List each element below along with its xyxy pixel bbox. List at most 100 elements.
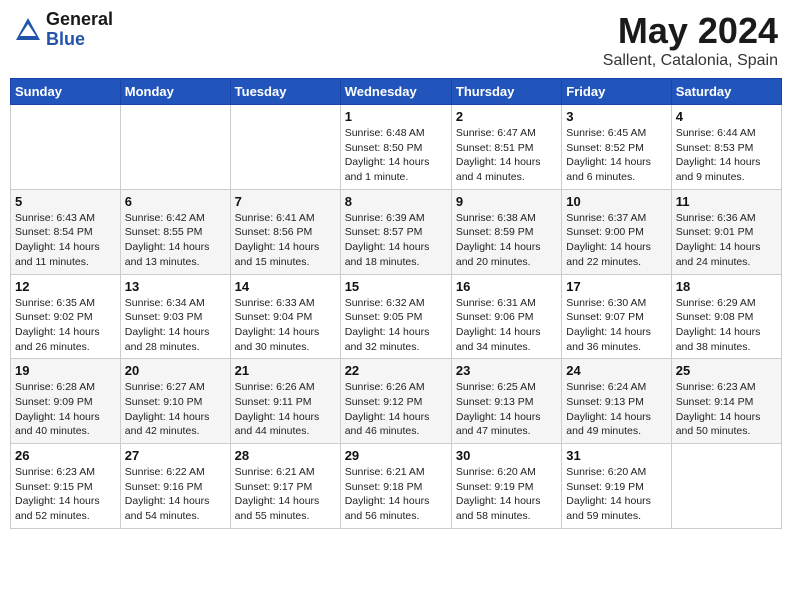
day-info: Sunrise: 6:21 AMSunset: 9:18 PMDaylight:… <box>345 465 447 524</box>
calendar-cell: 24 Sunrise: 6:24 AMSunset: 9:13 PMDayligh… <box>562 359 671 444</box>
header-friday: Friday <box>562 79 671 105</box>
day-info: Sunrise: 6:31 AMSunset: 9:06 PMDaylight:… <box>456 296 557 355</box>
day-number: 19 <box>15 363 116 378</box>
day-info: Sunrise: 6:28 AMSunset: 9:09 PMDaylight:… <box>15 380 116 439</box>
day-number: 2 <box>456 109 557 124</box>
header-thursday: Thursday <box>451 79 561 105</box>
calendar-cell: 28 Sunrise: 6:21 AMSunset: 9:17 PMDayligh… <box>230 444 340 529</box>
calendar-cell: 6 Sunrise: 6:42 AMSunset: 8:55 PMDaylight… <box>120 189 230 274</box>
day-info: Sunrise: 6:47 AMSunset: 8:51 PMDaylight:… <box>456 126 557 185</box>
day-info: Sunrise: 6:20 AMSunset: 9:19 PMDaylight:… <box>566 465 666 524</box>
day-info: Sunrise: 6:20 AMSunset: 9:19 PMDaylight:… <box>456 465 557 524</box>
day-info: Sunrise: 6:37 AMSunset: 9:00 PMDaylight:… <box>566 211 666 270</box>
day-number: 22 <box>345 363 447 378</box>
day-number: 28 <box>235 448 336 463</box>
day-info: Sunrise: 6:23 AMSunset: 9:15 PMDaylight:… <box>15 465 116 524</box>
calendar-cell: 5 Sunrise: 6:43 AMSunset: 8:54 PMDaylight… <box>11 189 121 274</box>
calendar-cell: 27 Sunrise: 6:22 AMSunset: 9:16 PMDayligh… <box>120 444 230 529</box>
calendar-cell: 4Sunrise: 6:44 AMSunset: 8:53 PMDaylight… <box>671 105 781 190</box>
day-number: 6 <box>125 194 226 209</box>
day-info: Sunrise: 6:32 AMSunset: 9:05 PMDaylight:… <box>345 296 447 355</box>
day-number: 23 <box>456 363 557 378</box>
calendar-cell: 23 Sunrise: 6:25 AMSunset: 9:13 PMDayligh… <box>451 359 561 444</box>
page-header: General Blue May 2024 Sallent, Catalonia… <box>10 10 782 70</box>
day-number: 12 <box>15 279 116 294</box>
day-number: 1 <box>345 109 447 124</box>
calendar-cell: 3 Sunrise: 6:45 AMSunset: 8:52 PMDaylight… <box>562 105 671 190</box>
calendar-cell <box>11 105 121 190</box>
calendar-cell: 31Sunrise: 6:20 AMSunset: 9:19 PMDayligh… <box>562 444 671 529</box>
day-number: 20 <box>125 363 226 378</box>
day-info: Sunrise: 6:22 AMSunset: 9:16 PMDaylight:… <box>125 465 226 524</box>
logo-blue-text: Blue <box>46 30 113 50</box>
day-info: Sunrise: 6:48 AMSunset: 8:50 PMDaylight:… <box>345 126 447 185</box>
calendar-cell: 29 Sunrise: 6:21 AMSunset: 9:18 PMDayligh… <box>340 444 451 529</box>
day-info: Sunrise: 6:21 AMSunset: 9:17 PMDaylight:… <box>235 465 336 524</box>
day-number: 10 <box>566 194 666 209</box>
day-number: 27 <box>125 448 226 463</box>
day-info: Sunrise: 6:45 AMSunset: 8:52 PMDaylight:… <box>566 126 666 185</box>
logo-icon <box>14 16 42 44</box>
header-wednesday: Wednesday <box>340 79 451 105</box>
day-number: 24 <box>566 363 666 378</box>
day-number: 8 <box>345 194 447 209</box>
calendar-cell: 9 Sunrise: 6:38 AMSunset: 8:59 PMDaylight… <box>451 189 561 274</box>
day-info: Sunrise: 6:27 AMSunset: 9:10 PMDaylight:… <box>125 380 226 439</box>
day-info: Sunrise: 6:35 AMSunset: 9:02 PMDaylight:… <box>15 296 116 355</box>
calendar-week-4: 19 Sunrise: 6:28 AMSunset: 9:09 PMDayligh… <box>11 359 782 444</box>
day-info: Sunrise: 6:42 AMSunset: 8:55 PMDaylight:… <box>125 211 226 270</box>
day-number: 25 <box>676 363 777 378</box>
calendar-cell: 25 Sunrise: 6:23 AMSunset: 9:14 PMDayligh… <box>671 359 781 444</box>
calendar-cell <box>120 105 230 190</box>
calendar-week-2: 5 Sunrise: 6:43 AMSunset: 8:54 PMDaylight… <box>11 189 782 274</box>
day-info: Sunrise: 6:26 AMSunset: 9:12 PMDaylight:… <box>345 380 447 439</box>
day-number: 26 <box>15 448 116 463</box>
day-number: 7 <box>235 194 336 209</box>
calendar-cell: 15 Sunrise: 6:32 AMSunset: 9:05 PMDayligh… <box>340 274 451 359</box>
calendar-cell: 1 Sunrise: 6:48 AMSunset: 8:50 PMDaylight… <box>340 105 451 190</box>
title-block: May 2024 Sallent, Catalonia, Spain <box>603 10 778 70</box>
calendar-cell: 14 Sunrise: 6:33 AMSunset: 9:04 PMDayligh… <box>230 274 340 359</box>
day-number: 15 <box>345 279 447 294</box>
day-number: 3 <box>566 109 666 124</box>
day-info: Sunrise: 6:23 AMSunset: 9:14 PMDaylight:… <box>676 380 777 439</box>
location-title: Sallent, Catalonia, Spain <box>603 52 778 70</box>
day-info: Sunrise: 6:29 AMSunset: 9:08 PMDaylight:… <box>676 296 777 355</box>
calendar-table: SundayMondayTuesdayWednesdayThursdayFrid… <box>10 78 782 529</box>
calendar-cell <box>671 444 781 529</box>
calendar-cell: 7 Sunrise: 6:41 AMSunset: 8:56 PMDaylight… <box>230 189 340 274</box>
calendar-cell: 11Sunrise: 6:36 AMSunset: 9:01 PMDayligh… <box>671 189 781 274</box>
header-tuesday: Tuesday <box>230 79 340 105</box>
day-info: Sunrise: 6:25 AMSunset: 9:13 PMDaylight:… <box>456 380 557 439</box>
calendar-cell: 19 Sunrise: 6:28 AMSunset: 9:09 PMDayligh… <box>11 359 121 444</box>
day-info: Sunrise: 6:41 AMSunset: 8:56 PMDaylight:… <box>235 211 336 270</box>
day-info: Sunrise: 6:39 AMSunset: 8:57 PMDaylight:… <box>345 211 447 270</box>
day-number: 14 <box>235 279 336 294</box>
day-number: 5 <box>15 194 116 209</box>
month-title: May 2024 <box>603 10 778 52</box>
day-info: Sunrise: 6:26 AMSunset: 9:11 PMDaylight:… <box>235 380 336 439</box>
calendar-cell: 2 Sunrise: 6:47 AMSunset: 8:51 PMDaylight… <box>451 105 561 190</box>
day-info: Sunrise: 6:24 AMSunset: 9:13 PMDaylight:… <box>566 380 666 439</box>
day-info: Sunrise: 6:30 AMSunset: 9:07 PMDaylight:… <box>566 296 666 355</box>
calendar-cell: 18Sunrise: 6:29 AMSunset: 9:08 PMDayligh… <box>671 274 781 359</box>
calendar-cell: 8 Sunrise: 6:39 AMSunset: 8:57 PMDaylight… <box>340 189 451 274</box>
calendar-cell: 26 Sunrise: 6:23 AMSunset: 9:15 PMDayligh… <box>11 444 121 529</box>
calendar-week-5: 26 Sunrise: 6:23 AMSunset: 9:15 PMDayligh… <box>11 444 782 529</box>
day-info: Sunrise: 6:43 AMSunset: 8:54 PMDaylight:… <box>15 211 116 270</box>
calendar-cell: 20 Sunrise: 6:27 AMSunset: 9:10 PMDayligh… <box>120 359 230 444</box>
calendar-cell: 10 Sunrise: 6:37 AMSunset: 9:00 PMDayligh… <box>562 189 671 274</box>
calendar-cell <box>230 105 340 190</box>
day-number: 29 <box>345 448 447 463</box>
day-info: Sunrise: 6:38 AMSunset: 8:59 PMDaylight:… <box>456 211 557 270</box>
calendar-cell: 13Sunrise: 6:34 AMSunset: 9:03 PMDayligh… <box>120 274 230 359</box>
day-info: Sunrise: 6:33 AMSunset: 9:04 PMDaylight:… <box>235 296 336 355</box>
calendar-cell: 12 Sunrise: 6:35 AMSunset: 9:02 PMDayligh… <box>11 274 121 359</box>
logo-general-text: General <box>46 10 113 30</box>
day-number: 11 <box>676 194 777 209</box>
calendar-cell: 30Sunrise: 6:20 AMSunset: 9:19 PMDayligh… <box>451 444 561 529</box>
day-number: 13 <box>125 279 226 294</box>
calendar-week-1: 1 Sunrise: 6:48 AMSunset: 8:50 PMDaylight… <box>11 105 782 190</box>
calendar-cell: 22 Sunrise: 6:26 AMSunset: 9:12 PMDayligh… <box>340 359 451 444</box>
day-number: 9 <box>456 194 557 209</box>
